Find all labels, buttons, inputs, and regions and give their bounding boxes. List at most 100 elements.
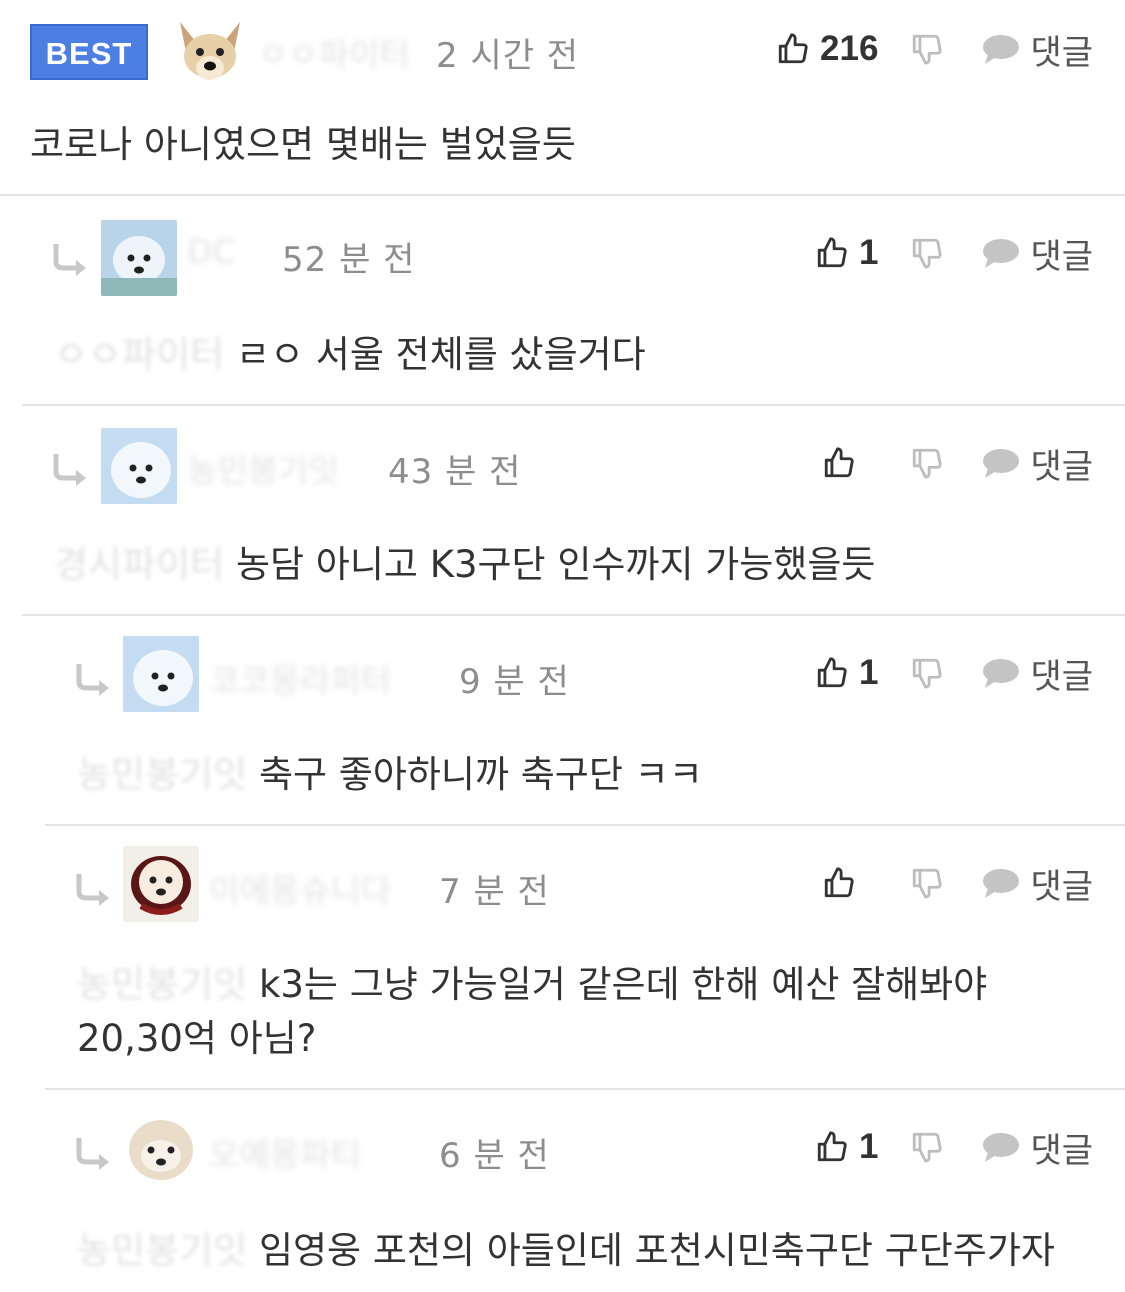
speech-bubble-icon	[983, 1133, 1020, 1162]
speech-bubble-icon	[983, 35, 1020, 64]
timestamp: 2 시간 전	[436, 36, 580, 76]
dislike-button[interactable]	[910, 32, 944, 66]
nickname[interactable]: 코코몽라퍼터	[209, 654, 391, 702]
comment-text: 농담 아니고 K3구단 인수까지 가능했을듯	[235, 543, 876, 586]
timestamp: 43 분 전	[388, 452, 522, 492]
reply-button[interactable]: 댓글	[982, 859, 1093, 908]
comment-actions: 댓글	[822, 853, 1093, 913]
reply-label: 댓글	[1030, 32, 1093, 73]
mention-tag[interactable]: 농민봉기잇	[77, 963, 247, 1006]
like-button[interactable]	[822, 866, 878, 900]
comment-actions: 댓글	[822, 433, 1093, 493]
thumbs-down-icon	[913, 448, 943, 479]
dislike-button[interactable]	[910, 236, 944, 270]
nickname[interactable]: 농민봉기잇	[187, 444, 339, 492]
comment-body: 경시파이터 농담 아니고 K3구단 인수까지 가능했을듯	[54, 538, 875, 592]
comment-body: 농민봉기잇 k3는 그냥 가능일거 같은데 한해 예산 잘해봐야 20,30억 …	[77, 958, 987, 1066]
reply-arrow-icon	[76, 1138, 109, 1170]
reply-button[interactable]: 댓글	[982, 1123, 1093, 1172]
comment-best: BEST ㅇㅇ파이터 2 시간 전 216 댓글 코로나 아니였으면 몇배는 벌…	[0, 0, 1125, 195]
reply-comment: 코코몽라퍼터 9 분 전 1 댓글 농민봉기잇 축구 좋아하니까 축구단 ㅋㅋ	[45, 616, 1125, 826]
reply-comment: DC 52 분 전 1 댓글 ㅇㅇ파이터 ㄹㅇ 서울 전체를 샀을거다	[22, 196, 1125, 406]
comment-actions: 1 댓글	[815, 643, 1093, 703]
comment-actions: 1 댓글	[815, 223, 1093, 283]
dislike-button[interactable]	[910, 1130, 944, 1164]
avatar[interactable]	[172, 12, 248, 88]
reply-arrow-icon	[76, 664, 109, 696]
nickname[interactable]: ㅇㅇ파이터	[258, 28, 410, 76]
thumbs-up-icon	[817, 1131, 847, 1162]
reply-arrow-icon	[76, 874, 109, 906]
nickname[interactable]: 이에몽슈니다	[209, 864, 391, 912]
comment-body: 농민봉기잇 임영웅 포천의 아들인데 포천시민축구단 구단주가자	[77, 1224, 1055, 1278]
comment-text: 축구 좋아하니까 축구단 ㅋㅋ	[258, 753, 703, 796]
mention-tag[interactable]: 농민봉기잇	[77, 1229, 247, 1272]
comment-body: ㅇㅇ파이터 ㄹㅇ 서울 전체를 샀을거다	[54, 328, 646, 382]
speech-bubble-icon	[983, 869, 1020, 898]
like-button[interactable]: 216	[776, 29, 878, 69]
like-count: 1	[858, 233, 879, 272]
like-button[interactable]: 1	[815, 233, 878, 273]
comment-text: k3는 그냥 가능일거 같은데 한해 예산 잘해봐야	[258, 963, 988, 1006]
like-button[interactable]	[822, 446, 878, 480]
nickname[interactable]: DC	[187, 232, 235, 271]
dislike-button[interactable]	[910, 866, 944, 900]
mention-tag[interactable]: 경시파이터	[54, 543, 224, 586]
thumbs-up-icon	[817, 657, 847, 688]
reply-button[interactable]: 댓글	[982, 439, 1093, 488]
thumbs-up-icon	[778, 33, 808, 64]
thumbs-down-icon	[913, 238, 943, 269]
thumbs-up-icon	[817, 237, 847, 268]
reply-comment: 오예몽파티 6 분 전 1 댓글 농민봉기잇 임영웅 포천의 아들인데 포천시민…	[45, 1090, 1125, 1292]
like-count: 1	[858, 1127, 879, 1166]
timestamp: 9 분 전	[459, 662, 570, 702]
reply-button[interactable]: 댓글	[982, 229, 1093, 278]
comment-text: 임영웅 포천의 아들인데 포천시민축구단 구단주가자	[258, 1229, 1055, 1272]
nickname[interactable]: 오예몽파티	[209, 1128, 361, 1176]
reply-arrow-icon	[53, 244, 86, 276]
avatar[interactable]	[123, 636, 199, 712]
dislike-button[interactable]	[910, 446, 944, 480]
comment-text: 코로나 아니였으면 몇배는 벌었을듯	[30, 123, 576, 166]
speech-bubble-icon	[983, 449, 1020, 478]
thumbs-down-icon	[913, 868, 943, 899]
reply-label: 댓글	[1030, 656, 1093, 697]
comment-actions: 216 댓글	[776, 19, 1093, 79]
avatar[interactable]	[101, 220, 177, 296]
reply-label: 댓글	[1030, 1130, 1093, 1171]
thumbs-up-icon	[825, 867, 855, 898]
thumbs-up-icon	[825, 447, 855, 478]
like-button[interactable]: 1	[815, 653, 878, 693]
reply-label: 댓글	[1030, 236, 1093, 277]
reply-button[interactable]: 댓글	[982, 25, 1093, 74]
thumbs-down-icon	[913, 1132, 943, 1163]
thumbs-down-icon	[913, 658, 943, 689]
dislike-button[interactable]	[910, 656, 944, 690]
speech-bubble-icon	[983, 239, 1020, 268]
reply-comment: 농민봉기잇 43 분 전 댓글 경시파이터 농담 아니고 K3구단 인수까지 가…	[22, 406, 1125, 616]
speech-bubble-icon	[983, 659, 1020, 688]
mention-tag[interactable]: 농민봉기잇	[77, 753, 247, 796]
reply-label: 댓글	[1030, 446, 1093, 487]
comment-actions: 1 댓글	[815, 1117, 1093, 1177]
reply-comment: 이에몽슈니다 7 분 전 댓글 농민봉기잇 k3는 그냥 가능일거 같은데 한해…	[45, 826, 1125, 1090]
comment-text-line2: 20,30억 아님?	[77, 1017, 317, 1060]
best-badge: BEST	[30, 24, 148, 80]
reply-button[interactable]: 댓글	[982, 649, 1093, 698]
avatar[interactable]	[123, 846, 199, 922]
thumbs-down-icon	[913, 34, 943, 65]
comment-body: 농민봉기잇 축구 좋아하니까 축구단 ㅋㅋ	[77, 748, 703, 802]
timestamp: 6 분 전	[439, 1136, 550, 1176]
avatar[interactable]	[101, 428, 177, 504]
comment-body: 코로나 아니였으면 몇배는 벌었을듯	[30, 118, 576, 172]
like-count: 1	[858, 653, 879, 692]
mention-tag[interactable]: ㅇㅇ파이터	[54, 333, 224, 376]
timestamp: 52 분 전	[282, 240, 416, 280]
avatar[interactable]	[123, 1112, 199, 1188]
reply-label: 댓글	[1030, 866, 1093, 907]
timestamp: 7 분 전	[439, 872, 550, 912]
like-count: 216	[820, 29, 879, 68]
comment-text: ㄹㅇ 서울 전체를 샀을거다	[235, 333, 646, 376]
like-button[interactable]: 1	[815, 1127, 878, 1167]
reply-arrow-icon	[53, 454, 86, 486]
